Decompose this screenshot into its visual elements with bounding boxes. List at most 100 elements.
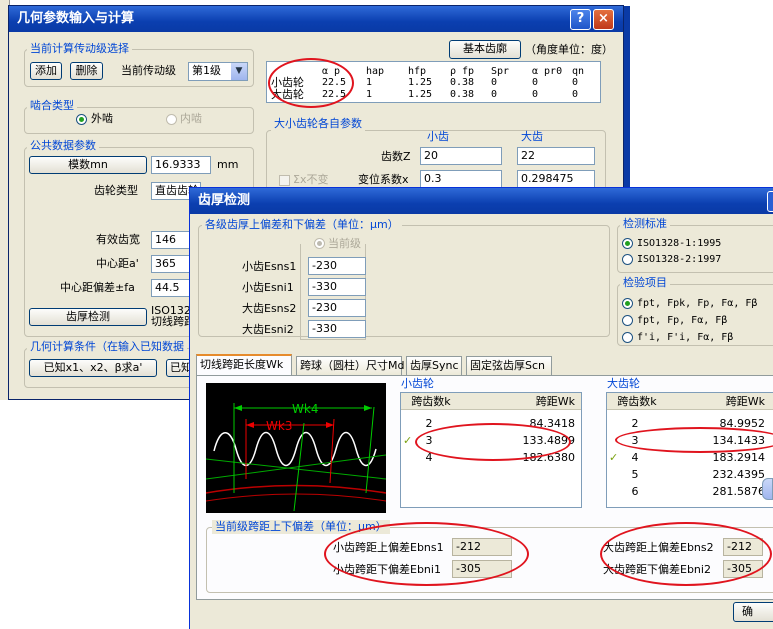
rack-large-alpha-pr0: 0 xyxy=(532,89,539,100)
check-standard-title: 检测标准 xyxy=(620,217,670,231)
center-deviation-label: 中心距偏差±fa xyxy=(60,281,135,294)
large-row-k5[interactable]: 5 232.4395 xyxy=(607,466,773,483)
module-button[interactable]: 模数mn xyxy=(29,156,147,174)
thickness-deviation-title: 各级齿厚上偏差和下偏差（单位：μm） xyxy=(202,218,402,232)
large-k-4: 4 xyxy=(631,451,639,464)
geo-condition-title: 几何计算条件（在输入已知数据 xyxy=(27,340,187,354)
large-k-6: 6 xyxy=(631,485,639,498)
esni1-label: 小齿Esni1 xyxy=(242,281,294,294)
items-option-2-label[interactable]: fpt, Fp, Fα, Fβ xyxy=(637,314,727,328)
delete-button[interactable]: 删除 xyxy=(70,62,103,80)
standard-option-2-radio[interactable] xyxy=(622,254,633,265)
stage-group-title: 当前计算传动级选择 xyxy=(27,42,132,56)
window-title: 几何参数输入与计算 xyxy=(9,6,623,32)
known-x-beta-button[interactable]: 已知x1、x2、β求a' xyxy=(29,359,157,377)
common-group-title: 公共数据参数 xyxy=(27,139,99,153)
center-distance-label: 中心距a' xyxy=(96,257,139,270)
wk-diagram: Wk4 Wk3 xyxy=(205,383,387,513)
esni1-input[interactable]: -330 xyxy=(308,278,366,296)
annotation-ellipse-ebn2 xyxy=(600,522,772,586)
sum-x-label: Σx不变 xyxy=(293,173,329,186)
rack-small-rho: 0.38 xyxy=(450,77,475,88)
shift-coef-label: 变位系数x xyxy=(358,173,409,186)
close-button[interactable]: × xyxy=(593,9,614,30)
large-gear-column-label: 大齿 xyxy=(521,130,543,143)
gear-params-title: 大小齿轮各自参数 xyxy=(271,117,365,131)
small-gear-title: 小齿轮 xyxy=(401,377,434,390)
teeth-small-input[interactable]: 20 xyxy=(420,147,502,165)
large-wk-6: 281.5876 xyxy=(712,485,766,498)
face-width-label: 有效齿宽 xyxy=(96,233,140,246)
standard-option-2-label[interactable]: ISO1328-2:1997 xyxy=(637,253,721,267)
items-option-1-radio[interactable] xyxy=(622,298,633,309)
large-header-wk: 跨距Wk xyxy=(725,395,765,408)
annotation-ellipse-ebn1 xyxy=(324,522,529,586)
large-row-k6[interactable]: 6 281.5876 xyxy=(607,483,773,500)
rack-small-qn: 0 xyxy=(572,77,579,88)
small-header-k: 跨齿数k xyxy=(411,395,451,408)
items-option-3-label[interactable]: f'i, F'i, Fα, Fβ xyxy=(637,331,733,345)
current-stage-select[interactable]: 第1级 ▼ xyxy=(188,62,248,81)
gear-span-drawing: Wk4 Wk3 xyxy=(205,402,387,512)
center-deviation-input[interactable]: 44.5 xyxy=(151,279,191,297)
large-gear-table-header: 跨齿数k 跨距Wk xyxy=(607,393,773,410)
mesh-group-title: 啮合类型 xyxy=(27,99,77,113)
rack-large-hfp: 1.25 xyxy=(408,89,433,100)
rack-small-hap: 1 xyxy=(366,77,373,88)
gear-type-label: 齿轮类型 xyxy=(94,184,138,197)
items-option-1-label[interactable]: fpt, Fpk, Fp, Fα, Fβ xyxy=(637,297,757,311)
items-option-3-radio[interactable] xyxy=(622,332,633,343)
annotation-ellipse-large-k3 xyxy=(615,427,773,453)
tab-strip: 切线跨距长度Wk 跨球（圆柱）尺寸Md 齿厚Sync 固定弦齿厚Scn xyxy=(196,354,773,377)
sum-x-checkbox[interactable] xyxy=(279,175,290,186)
module-input[interactable]: 16.9333 xyxy=(151,156,211,174)
rack-small-spr: 0 xyxy=(491,77,498,88)
standard-option-1-radio[interactable] xyxy=(622,238,633,249)
chevron-down-icon[interactable]: ▼ xyxy=(231,63,247,80)
basic-rack-button[interactable]: 基本齿廓 xyxy=(449,40,521,59)
large-gear-title: 大齿轮 xyxy=(607,377,640,390)
tab-fixed-chord[interactable]: 固定弦齿厚Scn xyxy=(466,356,552,375)
items-option-2-radio[interactable] xyxy=(622,315,633,326)
teeth-large-input[interactable]: 22 xyxy=(517,147,595,165)
rack-large-qn: 0 xyxy=(572,89,579,100)
internal-mesh-radio[interactable] xyxy=(166,114,177,125)
rack-large-rho: 0.38 xyxy=(450,89,475,100)
angle-unit-note: （角度单位：度） xyxy=(525,43,613,56)
esns2-label: 大齿Esns2 xyxy=(242,302,297,315)
tab-chordal-thickness[interactable]: 齿厚Sync xyxy=(406,356,462,375)
tooth-thickness-check-button[interactable]: 齿厚检测 xyxy=(29,308,147,326)
tooth-thickness-dialog: 齿厚检测 各级齿厚上偏差和下偏差（单位：μm） 当前级 小齿Esns1 -230… xyxy=(189,187,773,629)
large-header-k: 跨齿数k xyxy=(617,395,657,408)
dialog-title-button-partial[interactable] xyxy=(767,191,773,212)
internal-mesh-label[interactable]: 内啮 xyxy=(180,112,202,126)
external-mesh-label[interactable]: 外啮 xyxy=(91,112,113,126)
help-button[interactable]: ? xyxy=(570,9,591,30)
edge-scroll-widget[interactable] xyxy=(762,478,773,500)
annotation-ellipse-rack xyxy=(268,58,354,108)
ok-button[interactable]: 确 xyxy=(733,602,773,622)
teeth-count-label: 齿数Z xyxy=(381,150,411,163)
wk4-text: Wk4 xyxy=(292,402,318,416)
tab-tangent-span[interactable]: 切线跨距长度Wk xyxy=(196,354,292,375)
shift-large-input[interactable]: 0.298475 xyxy=(517,170,595,188)
rack-large-hap: 1 xyxy=(366,89,373,100)
wk3-text: Wk3 xyxy=(266,419,292,433)
esns1-input[interactable]: -230 xyxy=(308,257,366,275)
large-wk-5: 232.4395 xyxy=(712,468,766,481)
center-distance-input[interactable]: 365 xyxy=(151,255,191,273)
shift-small-input[interactable]: 0.3 xyxy=(420,170,502,188)
esns2-input[interactable]: -230 xyxy=(308,299,366,317)
current-stage-label: 当前传动级 xyxy=(121,64,176,77)
rack-small-hfp: 1.25 xyxy=(408,77,433,88)
face-width-input[interactable]: 146 xyxy=(151,231,191,249)
esni2-input[interactable]: -330 xyxy=(308,320,366,338)
tab-ball-span[interactable]: 跨球（圆柱）尺寸Md xyxy=(296,356,404,375)
external-mesh-radio[interactable] xyxy=(76,114,87,125)
add-button[interactable]: 添加 xyxy=(30,62,62,80)
large-k-5: 5 xyxy=(631,468,639,481)
rack-large-spr: 0 xyxy=(491,89,498,100)
small-header-wk: 跨距Wk xyxy=(535,395,575,408)
small-gear-table-header: 跨齿数k 跨距Wk xyxy=(401,393,581,410)
standard-option-1-label[interactable]: ISO1328-1:1995 xyxy=(637,237,721,251)
